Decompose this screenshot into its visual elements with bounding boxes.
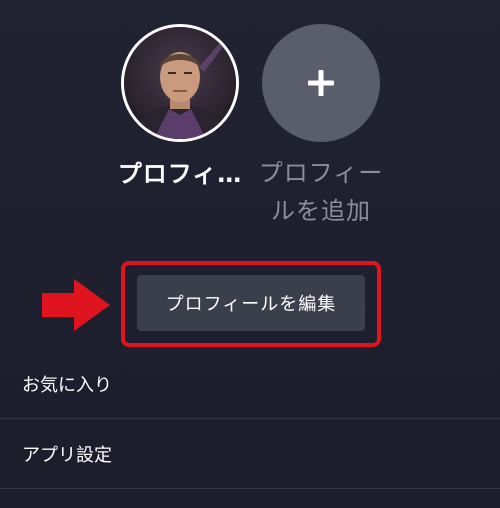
settings-menu: お気に入り アプリ設定 (0, 349, 500, 489)
avatar[interactable] (121, 24, 239, 142)
avatar-image (124, 27, 236, 139)
profile-selector: プロフィ… プロフィールを追加 (0, 0, 500, 240)
add-profile[interactable]: プロフィールを追加 (251, 24, 391, 230)
add-profile-button[interactable] (262, 24, 380, 142)
red-arrow-icon (42, 279, 110, 331)
edit-profile-button[interactable]: プロフィールを編集 (137, 275, 365, 331)
menu-item-app-settings[interactable]: アプリ設定 (0, 419, 500, 489)
menu-item-favorites[interactable]: お気に入り (0, 349, 500, 419)
plus-icon (308, 70, 334, 96)
add-profile-label: プロフィールを追加 (258, 159, 384, 225)
profile-user[interactable]: プロフィ… (110, 24, 250, 189)
profile-name: プロフィ… (117, 160, 243, 188)
